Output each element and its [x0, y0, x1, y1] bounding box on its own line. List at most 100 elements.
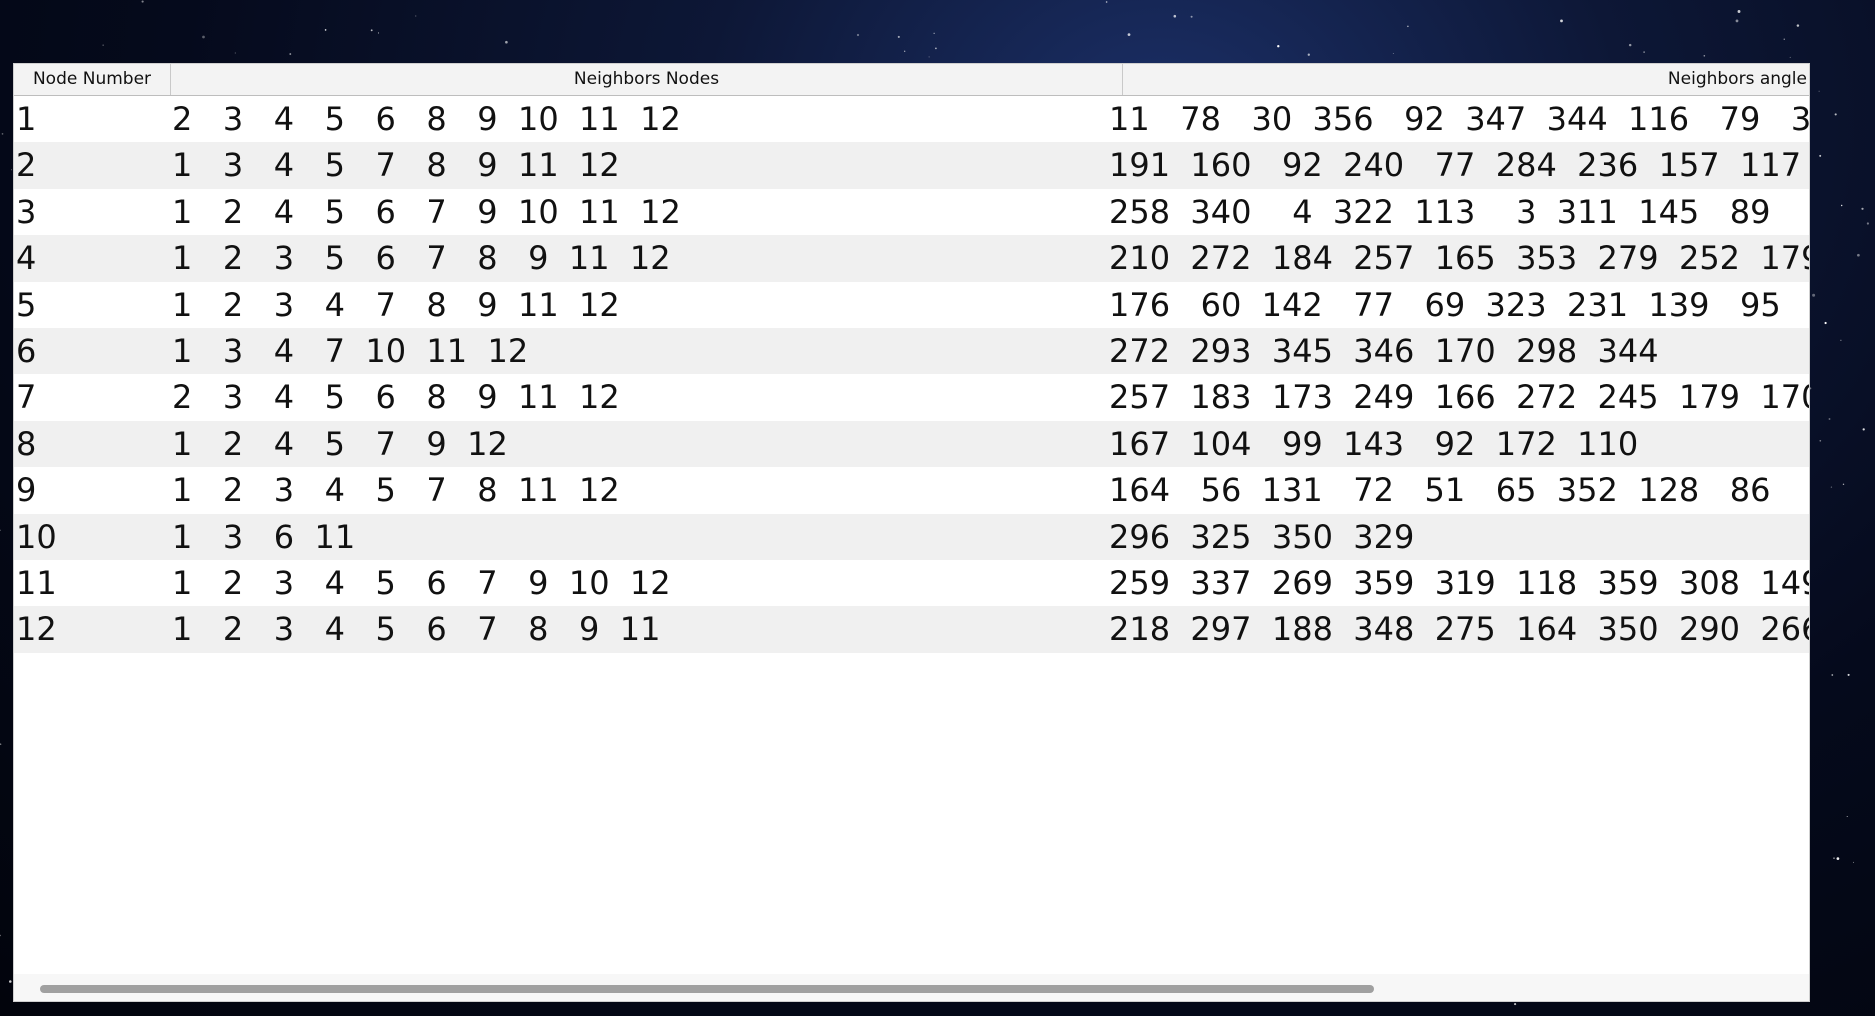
neighbors-nodes-cell: 1 2 3 5 6 7 8 9 11 12 — [172, 239, 671, 278]
neighbors-nodes-cell: 2 3 4 5 6 8 9 11 12 — [172, 378, 620, 417]
star — [1836, 857, 1840, 860]
neighbors-angle-cell: 191 160 92 240 77 284 236 157 117 — [1109, 146, 1802, 185]
table-row[interactable]: 3 1 2 4 5 6 7 9 10 11 12 258 340 4 322 1… — [14, 189, 1809, 235]
star — [1105, 1, 1108, 3]
neighbors-angle-cell: 167 104 99 143 92 172 110 — [1109, 424, 1639, 463]
star — [1824, 321, 1827, 325]
neighbors-nodes-cell: 2 3 4 5 6 8 9 10 11 12 — [172, 100, 681, 138]
star — [1628, 43, 1632, 47]
neighbors-angle-cell: 164 56 131 72 51 65 352 128 86 — [1109, 471, 1771, 510]
neighbors-nodes-cell: 1 3 6 11 — [172, 517, 356, 556]
star — [0, 934, 1, 937]
node-number-cell: 3 — [16, 192, 37, 231]
star — [1789, 56, 1791, 58]
neighbors-angle-cell: 272 293 345 346 170 298 344 — [1109, 331, 1659, 370]
node-number-cell: 6 — [16, 331, 37, 370]
neighbors-nodes-cell: 1 2 4 5 7 9 12 — [172, 424, 508, 463]
neighbors-nodes-cell: 1 3 4 7 10 11 12 — [172, 331, 529, 370]
table-row[interactable]: 12 1 2 3 4 5 6 7 8 9 11 218 297 188 348 … — [14, 606, 1809, 653]
star — [1834, 113, 1837, 116]
star — [1828, 418, 1831, 420]
neighbors-nodes-cell: 1 3 4 5 7 8 9 11 12 — [172, 146, 620, 185]
table-row[interactable]: 5 1 2 3 4 7 8 9 11 12 176 60 142 77 69 3… — [14, 282, 1809, 328]
node-number-cell: 7 — [16, 378, 37, 417]
star — [102, 44, 104, 46]
horizontal-scrollbar[interactable] — [14, 974, 1809, 1001]
star — [1846, 815, 1848, 818]
star — [856, 33, 860, 37]
star — [1833, 857, 1835, 859]
star — [1737, 10, 1741, 13]
star — [1643, 51, 1645, 53]
star — [1853, 861, 1855, 863]
star — [1857, 253, 1860, 257]
neighbors-angle-cell: 259 337 269 359 319 118 359 308 149 3 — [1109, 563, 1809, 602]
neighbors-nodes-cell: 1 2 3 4 5 6 7 8 9 11 — [172, 610, 661, 649]
table-row[interactable]: 10 1 3 6 11 296 325 350 329 — [14, 513, 1809, 560]
star — [324, 29, 327, 31]
column-header-neighbors-angle[interactable]: Neighbors angle — [1123, 64, 1809, 95]
node-number-cell: 12 — [16, 610, 57, 649]
star — [1831, 674, 1834, 676]
column-header-node-number[interactable]: Node Number — [14, 64, 171, 95]
star — [928, 56, 930, 58]
node-number-cell: 9 — [16, 471, 37, 510]
star — [1861, 207, 1864, 210]
star — [1809, 387, 1812, 390]
star — [415, 15, 417, 17]
star — [1277, 45, 1280, 48]
star — [11, 169, 12, 171]
star — [289, 53, 292, 55]
table-row[interactable]: 2 1 3 4 5 7 8 9 11 12 191 160 92 240 77 … — [14, 142, 1809, 189]
star — [897, 35, 900, 38]
neighbors-angle-cell: 258 340 4 322 113 3 311 145 89 8 — [1109, 192, 1809, 231]
node-number-cell: 11 — [16, 563, 57, 602]
star — [1190, 15, 1193, 18]
star — [1703, 55, 1706, 57]
star — [1307, 53, 1310, 56]
neighbors-angle-cell: 257 183 173 249 166 272 245 179 170 — [1109, 378, 1809, 417]
star — [377, 32, 380, 34]
star — [1862, 428, 1865, 431]
node-number-cell: 8 — [16, 424, 37, 463]
star — [1819, 439, 1822, 442]
table-row[interactable]: 9 1 2 3 4 5 7 8 11 12 164 56 131 72 51 6… — [14, 467, 1809, 513]
node-number-cell: 10 — [16, 517, 57, 556]
star — [1407, 25, 1409, 28]
table-row[interactable]: 4 1 2 3 5 6 7 8 9 11 12 210 272 184 257 … — [14, 235, 1809, 282]
neighbors-nodes-cell: 1 2 3 4 7 8 9 11 12 — [172, 285, 620, 324]
table-row[interactable]: 7 2 3 4 5 6 8 9 11 12 257 183 173 249 16… — [14, 374, 1809, 420]
star — [9, 980, 12, 983]
table-row[interactable]: 11 1 2 3 4 5 6 7 9 10 12 259 337 269 359… — [14, 560, 1809, 606]
neighbors-nodes-cell: 1 2 4 5 6 7 9 10 11 12 — [172, 192, 681, 231]
star — [1, 133, 4, 135]
star — [0, 743, 2, 746]
neighbors-angle-cell: 176 60 142 77 69 323 231 139 95 — [1109, 285, 1781, 324]
node-number-cell: 4 — [16, 239, 37, 278]
column-header-neighbors-nodes[interactable]: Neighbors Nodes — [171, 64, 1123, 95]
neighbors-table-window: Node Number Neighbors Nodes Neighbors an… — [14, 64, 1809, 1001]
star — [1735, 19, 1739, 23]
neighbors-nodes-cell: 1 2 3 4 5 7 8 11 12 — [172, 471, 620, 510]
scrollbar-thumb[interactable] — [40, 985, 1374, 993]
table-row[interactable]: 1 2 3 4 5 6 8 9 10 11 12 11 78 30 356 92… — [14, 96, 1809, 142]
star — [1830, 486, 1833, 488]
neighbors-angle-cell: 218 297 188 348 275 164 350 290 266 18 — [1109, 610, 1809, 649]
star — [1841, 204, 1843, 207]
star — [202, 35, 205, 39]
star — [1173, 14, 1177, 18]
star — [1818, 90, 1820, 92]
table-header: Node Number Neighbors Nodes Neighbors an… — [14, 64, 1809, 96]
star — [933, 32, 935, 34]
star — [1847, 673, 1850, 676]
table-row[interactable]: 8 1 2 4 5 7 9 12 167 104 99 143 92 172 1… — [14, 420, 1809, 468]
star — [1560, 19, 1563, 23]
star — [505, 40, 508, 44]
star — [1514, 1003, 1517, 1006]
table-row[interactable]: 6 1 3 4 7 10 11 12 272 293 345 346 170 2… — [14, 327, 1809, 375]
star — [370, 29, 373, 32]
star — [0, 529, 1, 531]
star — [1812, 293, 1816, 297]
star — [1783, 38, 1785, 40]
star — [1866, 222, 1869, 225]
